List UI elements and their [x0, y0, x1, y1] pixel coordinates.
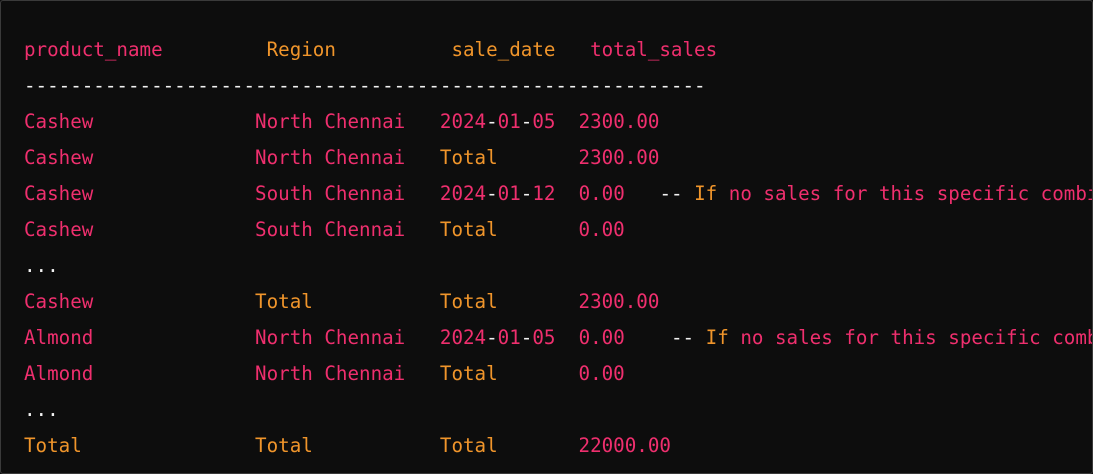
cell-date-label: Total [439, 362, 498, 385]
cell-date-day: 12 [532, 182, 556, 205]
cell-total: 2300.00 [578, 146, 660, 169]
date-hyphen: - [486, 182, 498, 205]
cell-total: 0.00 [578, 326, 625, 349]
cell-total: 2300.00 [578, 110, 660, 133]
cell-region: Total [255, 290, 313, 313]
date-hyphen: - [520, 326, 533, 349]
cell-region: South Chennai [255, 182, 406, 205]
date-hyphen: - [486, 326, 498, 349]
header-product-name: product_name [24, 38, 163, 61]
header-row: product_name Region sale_date total_sale… [24, 32, 1092, 68]
cell-region: North Chennai [255, 362, 406, 385]
comment-dashes: -- [671, 326, 695, 349]
header-sale-date: sale_date [451, 38, 556, 61]
ellipsis: ... [24, 398, 59, 421]
ellipsis: ... [24, 254, 59, 277]
comment-text: no sales for this specific combination [728, 182, 1093, 205]
comment-keyword-if: If [694, 182, 718, 205]
cell-total: 2300.00 [578, 290, 660, 313]
date-hyphen: - [520, 182, 533, 205]
code-block: product_name Region sale_date total_sale… [0, 0, 1093, 474]
date-hyphen: - [520, 110, 533, 133]
cell-region: South Chennai [255, 218, 406, 241]
cell-date-month: 01 [497, 182, 521, 205]
cell-date-year: 2024 [439, 182, 487, 205]
cell-date-year: 2024 [439, 326, 487, 349]
query-result-output[interactable]: product_name Region sale_date total_sale… [24, 32, 1093, 464]
cell-total: 0.00 [578, 182, 625, 205]
table-row: Almond North Chennai 2024-01-05 0.00 -- … [24, 320, 1092, 356]
cell-date-day: 05 [532, 326, 556, 349]
cell-product: Total [24, 434, 82, 457]
cell-date-label: Total [439, 146, 498, 169]
comment-text: no sales for this specific combination [740, 326, 1092, 349]
cell-date-label: Total [439, 290, 498, 313]
table-row: Cashew South Chennai 2024-01-12 0.00 -- … [24, 176, 1093, 212]
cell-product: Almond [24, 362, 94, 385]
cell-region: North Chennai [255, 110, 406, 133]
cell-region: North Chennai [255, 326, 406, 349]
cell-date-label: Total [439, 218, 498, 241]
cell-product: Cashew [24, 290, 94, 313]
cell-total: 22000.00 [578, 434, 671, 457]
table-row: Total Total Total 22000.00 [24, 428, 1092, 464]
table-row: Cashew North Chennai Total 2300.00 [24, 140, 1092, 176]
header-region: Region [266, 38, 336, 61]
separator-dashes: ----------------------------------------… [24, 74, 706, 97]
cell-product: Cashew [24, 110, 94, 133]
ellipsis-row: ... [24, 392, 1092, 428]
table-row: Cashew Total Total 2300.00 [24, 284, 1092, 320]
cell-product: Cashew [24, 182, 94, 205]
cell-date-month: 01 [497, 326, 521, 349]
table-row: Cashew North Chennai 2024-01-05 2300.00 [24, 104, 1092, 140]
date-hyphen: - [486, 110, 498, 133]
cell-date-day: 05 [532, 110, 556, 133]
table-row: Cashew South Chennai Total 0.00 [24, 212, 1092, 248]
cell-product: Almond [24, 326, 94, 349]
cell-product: Cashew [24, 146, 94, 169]
cell-date-label: Total [439, 434, 498, 457]
cell-product: Cashew [24, 218, 94, 241]
cell-date-month: 01 [497, 110, 521, 133]
cell-region: Total [255, 434, 313, 457]
cell-total: 0.00 [578, 218, 625, 241]
header-total-sales: total_sales [590, 38, 718, 61]
comment-keyword-if: If [705, 326, 729, 349]
cell-total: 0.00 [578, 362, 625, 385]
separator-line: ----------------------------------------… [24, 68, 1092, 104]
ellipsis-row: ... [24, 248, 1092, 284]
cell-date-year: 2024 [439, 110, 487, 133]
table-row: Almond North Chennai Total 0.00 [24, 356, 1092, 392]
cell-region: North Chennai [255, 146, 406, 169]
comment-dashes: -- [659, 182, 683, 205]
